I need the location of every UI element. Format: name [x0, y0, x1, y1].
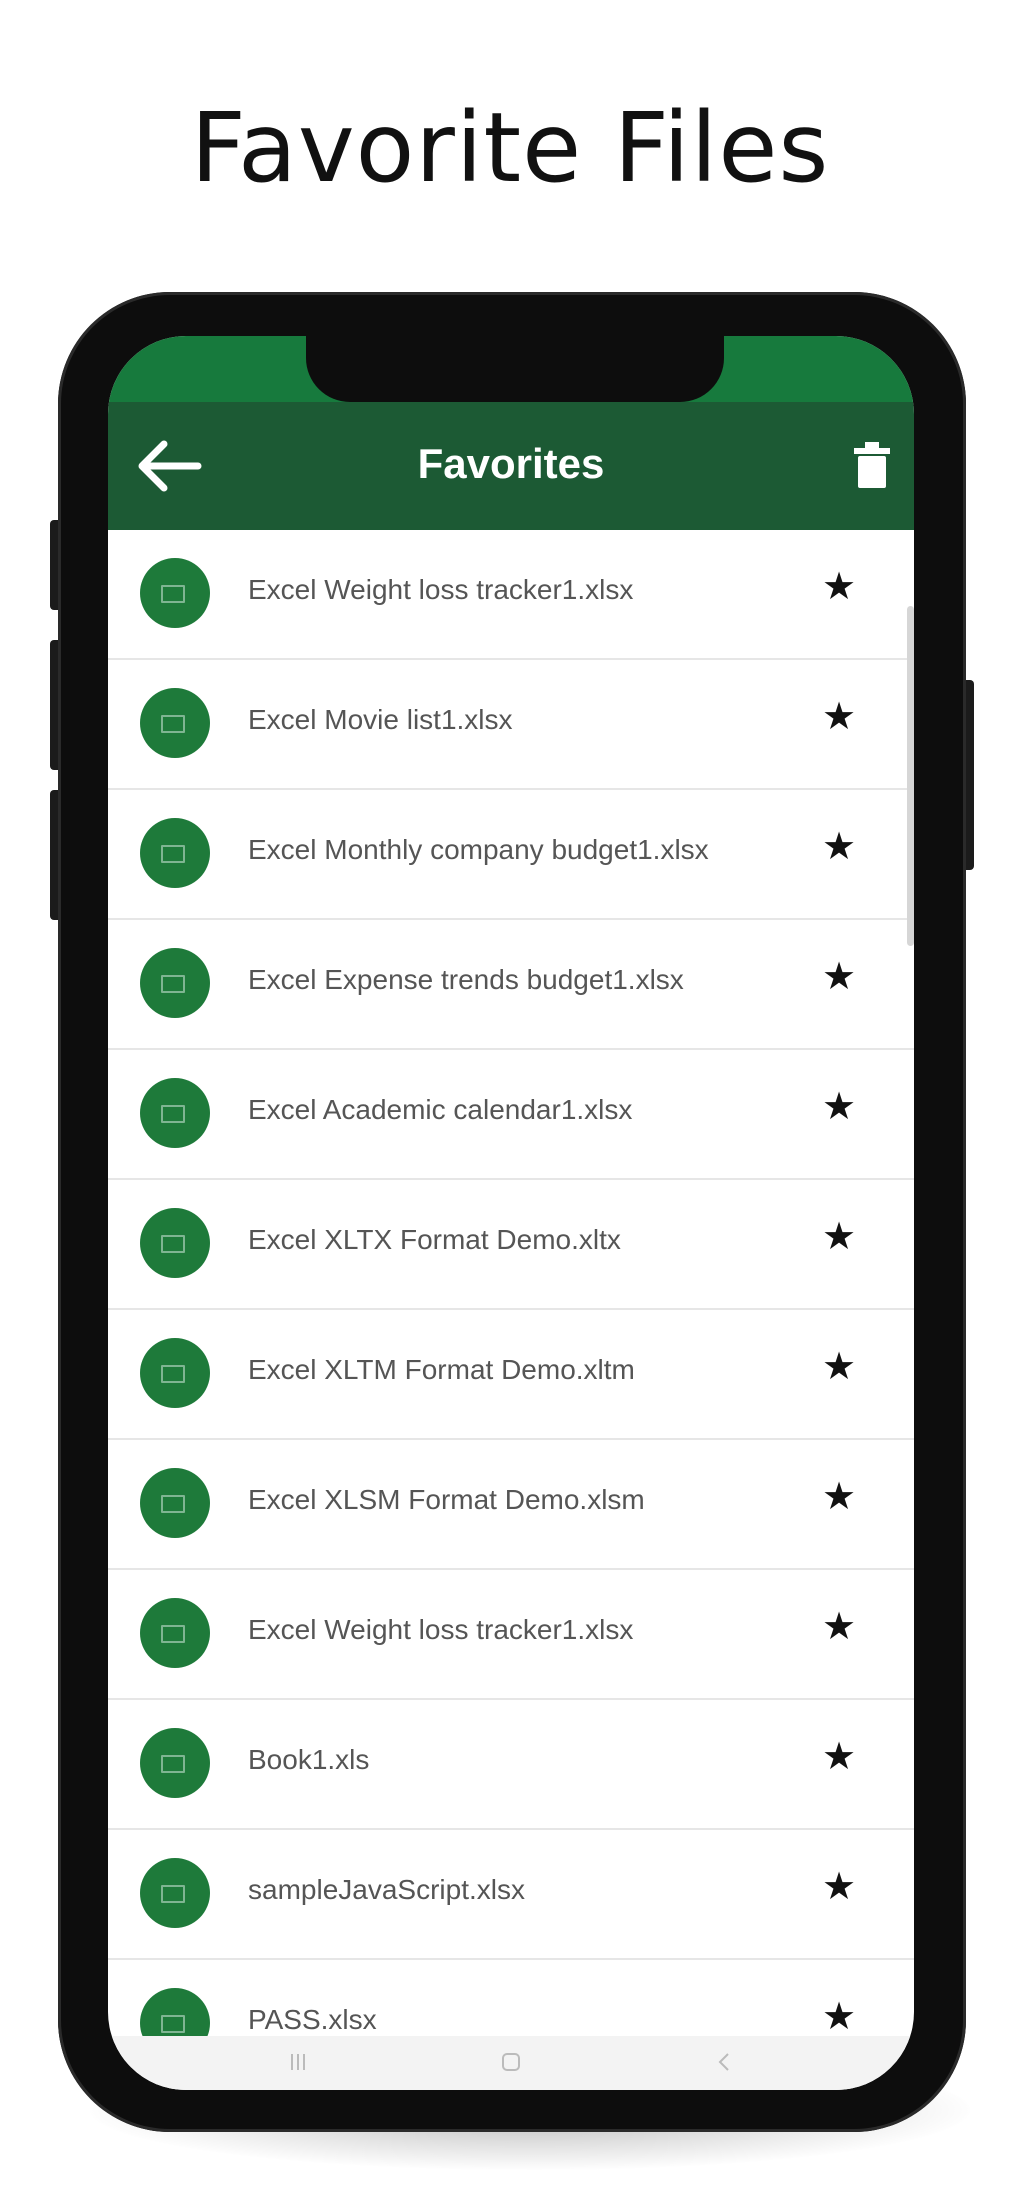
file-row[interactable]: Excel Weight loss tracker1.xlsx ★ — [108, 1570, 914, 1700]
file-name: Book1.xls — [248, 1744, 370, 1775]
star-icon[interactable]: ★ — [822, 1478, 856, 1516]
file-row[interactable]: Excel XLTM Format Demo.xltm ★ — [108, 1310, 914, 1440]
star-icon[interactable]: ★ — [822, 1998, 856, 2036]
file-name: Excel XLTX Format Demo.xltx — [248, 1224, 621, 1255]
star-icon[interactable]: ★ — [822, 1738, 856, 1776]
file-name: Excel Academic calendar1.xlsx — [248, 1094, 633, 1125]
star-icon[interactable]: ★ — [822, 958, 856, 996]
page-headline: Favorite Files — [190, 92, 830, 204]
excel-file-icon — [140, 1728, 210, 1798]
file-name: Excel Expense trends budget1.xlsx — [248, 964, 684, 995]
star-icon[interactable]: ★ — [822, 828, 856, 866]
excel-file-icon — [140, 1208, 210, 1278]
star-icon[interactable]: ★ — [822, 1088, 856, 1126]
star-icon[interactable]: ★ — [822, 1348, 856, 1386]
back-nav-icon[interactable] — [712, 2050, 736, 2074]
file-name: Excel XLTM Format Demo.xltm — [248, 1354, 635, 1385]
file-name: Excel XLSM Format Demo.xlsm — [248, 1484, 645, 1515]
file-name: PASS.xlsx — [248, 2004, 377, 2035]
file-row[interactable]: Excel Expense trends budget1.xlsx ★ — [108, 920, 914, 1050]
home-icon[interactable] — [499, 2050, 523, 2074]
star-icon[interactable]: ★ — [822, 698, 856, 736]
file-name: Excel Monthly company budget1.xlsx — [248, 834, 709, 865]
file-row[interactable]: Excel Weight loss tracker1.xlsx ★ — [108, 530, 914, 660]
file-name: Excel Weight loss tracker1.xlsx — [248, 574, 634, 605]
excel-file-icon — [140, 1078, 210, 1148]
star-icon[interactable]: ★ — [822, 1218, 856, 1256]
file-row[interactable]: Excel Academic calendar1.xlsx ★ — [108, 1050, 914, 1180]
file-name: Excel Movie list1.xlsx — [248, 704, 513, 735]
system-nav-bar — [108, 2036, 914, 2090]
file-row[interactable]: Book1.xls ★ — [108, 1700, 914, 1830]
scrollbar[interactable] — [907, 606, 914, 946]
file-name: Excel Weight loss tracker1.xlsx — [248, 1614, 634, 1645]
file-row[interactable]: Excel Movie list1.xlsx ★ — [108, 660, 914, 790]
phone-notch — [306, 336, 724, 402]
app-bar-title: Favorites — [417, 440, 605, 487]
trash-icon[interactable] — [852, 440, 892, 490]
excel-file-icon — [140, 1468, 210, 1538]
excel-file-icon — [140, 818, 210, 888]
recents-icon[interactable] — [286, 2050, 310, 2074]
file-row[interactable]: Excel XLSM Format Demo.xlsm ★ — [108, 1440, 914, 1570]
excel-file-icon — [140, 948, 210, 1018]
file-name: sampleJavaScript.xlsx — [248, 1874, 525, 1905]
file-row[interactable]: sampleJavaScript.xlsx ★ — [108, 1830, 914, 1960]
excel-file-icon — [140, 1858, 210, 1928]
excel-file-icon — [140, 558, 210, 628]
excel-file-icon — [140, 1598, 210, 1668]
star-icon[interactable]: ★ — [822, 1868, 856, 1906]
phone-screen: Favorites Excel Weight loss tracker1.xls… — [108, 336, 914, 2090]
star-icon[interactable]: ★ — [822, 568, 856, 606]
excel-file-icon — [140, 688, 210, 758]
star-icon[interactable]: ★ — [822, 1608, 856, 1646]
file-row[interactable]: Excel Monthly company budget1.xlsx ★ — [108, 790, 914, 920]
excel-file-icon — [140, 1338, 210, 1408]
favorites-list: Excel Weight loss tracker1.xlsx ★ Excel Mo… — [108, 530, 914, 2090]
file-row[interactable]: Excel XLTX Format Demo.xltx ★ — [108, 1180, 914, 1310]
app-bar: Favorites — [108, 402, 914, 530]
